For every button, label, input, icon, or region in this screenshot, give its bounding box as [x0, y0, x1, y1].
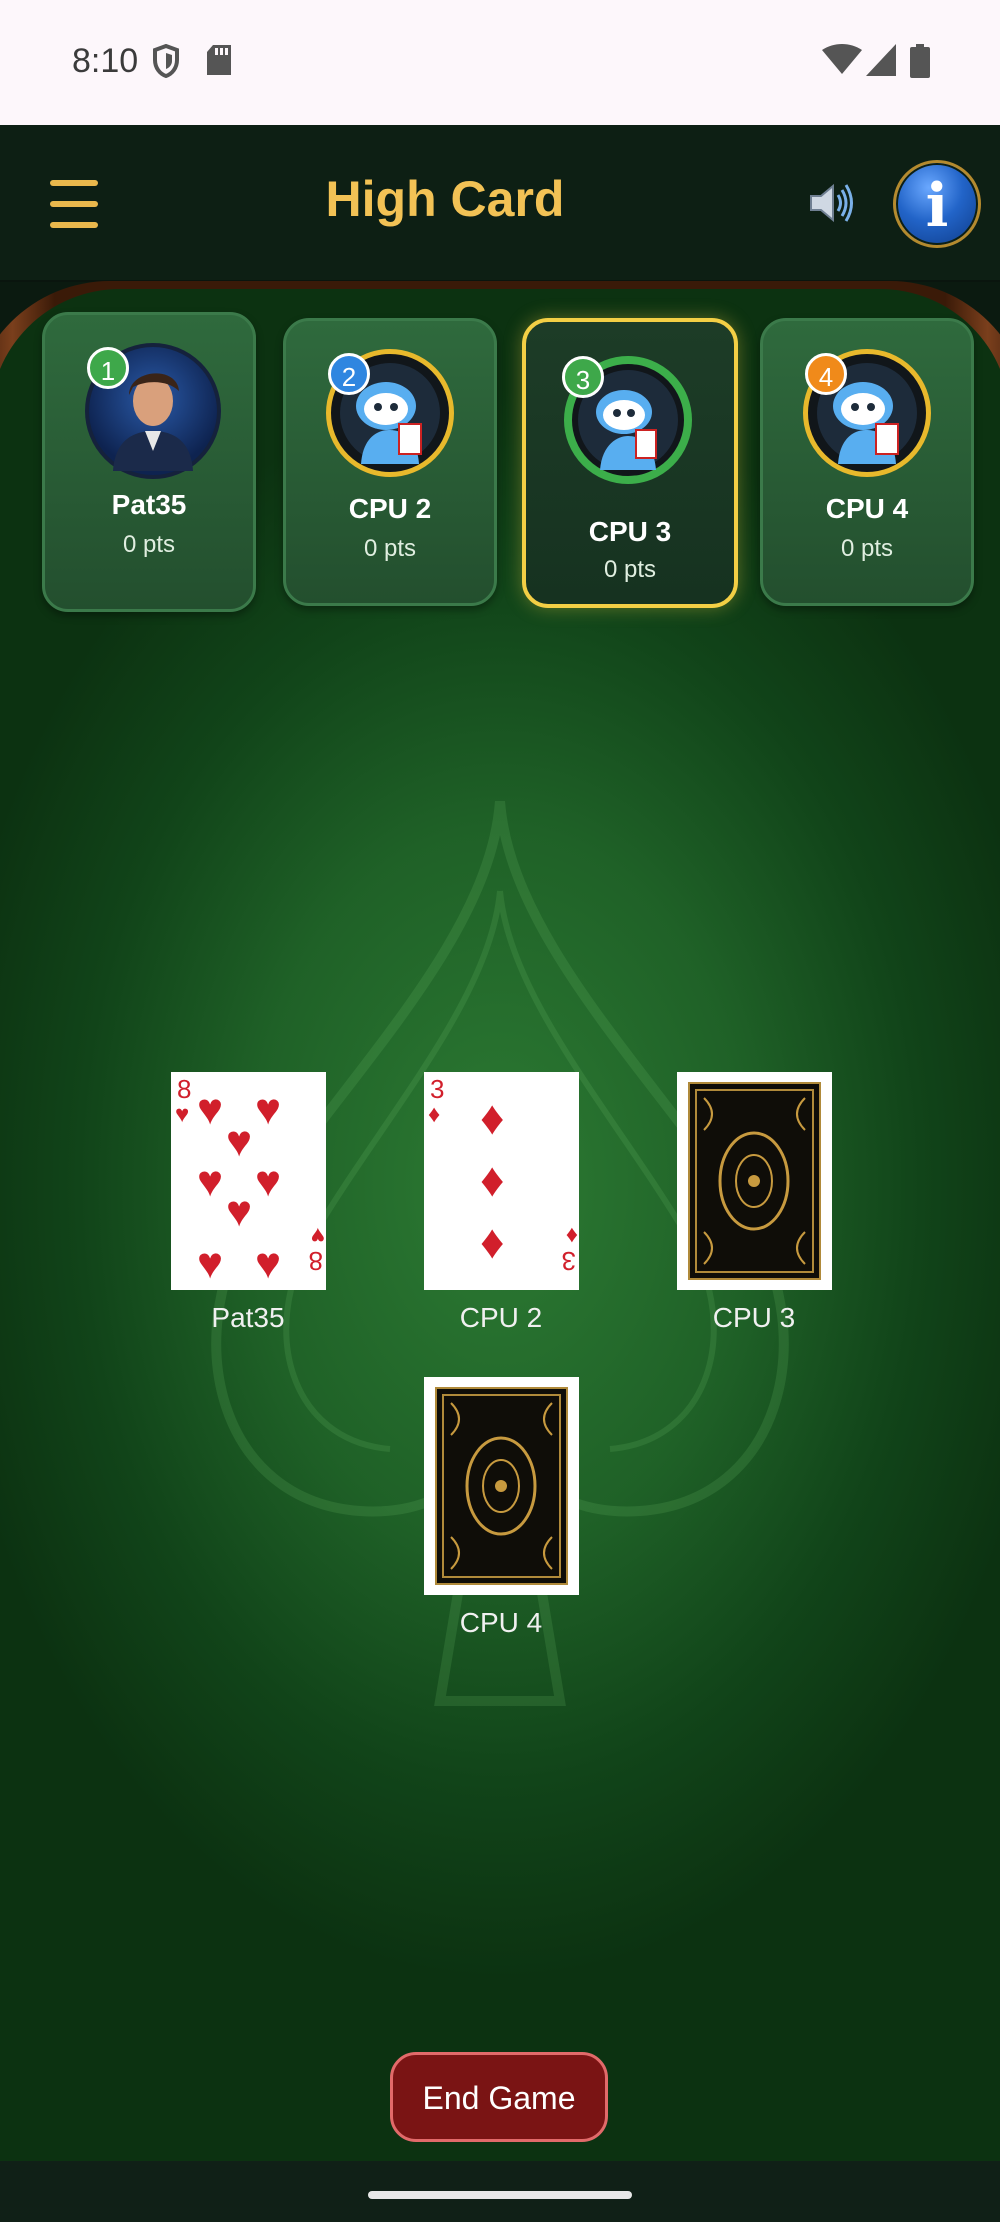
player-number-badge: 2	[328, 353, 370, 395]
svg-text:♥: ♥	[197, 1157, 223, 1206]
svg-text:♦: ♦	[566, 1222, 578, 1249]
svg-text:♦: ♦	[480, 1216, 505, 1269]
player-card-cpu3[interactable]: 3 CPU 3 0 pts	[522, 318, 738, 608]
player-points: 0 pts	[603, 556, 657, 583]
player-name: CPU 4	[825, 493, 909, 524]
svg-text:♦: ♦	[480, 1092, 505, 1145]
svg-text:8: 8	[177, 1074, 191, 1104]
svg-text:♥: ♥	[226, 1117, 252, 1166]
svg-text:♥: ♥	[311, 1222, 325, 1249]
svg-text:♥: ♥	[197, 1085, 223, 1134]
player-points: 0 pts	[840, 535, 894, 562]
sound-icon[interactable]	[805, 178, 855, 228]
status-bar: 8:10	[0, 0, 1000, 125]
card-back	[688, 1082, 821, 1280]
shield-icon	[153, 44, 179, 78]
player-card-pat35[interactable]: 1 Pat35 0 pts	[42, 312, 256, 612]
svg-text:♥: ♥	[255, 1085, 281, 1134]
played-card-label: CPU 2	[459, 1302, 543, 1333]
svg-text:♥: ♥	[226, 1187, 252, 1236]
svg-text:3: 3	[430, 1074, 444, 1104]
played-card-label: CPU 3	[712, 1302, 796, 1333]
card-back-pattern-icon	[695, 1089, 814, 1273]
three-of-diamonds-card: 3 ♦ 3♦ ♦ ♦ ♦	[428, 1074, 578, 1276]
card-back	[435, 1387, 568, 1585]
svg-text:♦: ♦	[480, 1154, 505, 1207]
svg-text:♥: ♥	[255, 1157, 281, 1206]
player-card-cpu2[interactable]: 2 CPU 2 0 pts	[283, 318, 497, 606]
svg-text:♥: ♥	[197, 1239, 223, 1288]
played-card-cpu3	[677, 1072, 832, 1290]
played-card-cpu4	[424, 1377, 579, 1595]
info-button[interactable]: i	[893, 160, 981, 248]
status-time: 8:10	[72, 42, 139, 80]
player-name: CPU 2	[348, 493, 432, 524]
page-title: High Card	[325, 171, 565, 227]
played-card-pat35: 8 ♥ 8 ♥ ♥ ♥ ♥ ♥ ♥ ♥ ♥ ♥	[171, 1072, 326, 1290]
eight-of-hearts-card: 8 ♥ 8♥ ♥ ♥ ♥ ♥ ♥ ♥ ♥ ♥	[175, 1074, 325, 1288]
player-points: 0 pts	[363, 535, 417, 562]
player-number-badge: 4	[805, 353, 847, 395]
card-back-pattern-icon	[442, 1394, 561, 1578]
wifi-icon	[822, 44, 862, 74]
sd-card-icon	[207, 45, 231, 75]
signal-icon	[866, 44, 896, 76]
played-card-label: CPU 4	[459, 1607, 543, 1638]
info-icon: i	[925, 171, 949, 241]
battery-icon	[910, 44, 930, 78]
svg-text:♥: ♥	[255, 1239, 281, 1288]
played-card-label: Pat35	[211, 1302, 285, 1333]
svg-text:3: 3	[562, 1246, 576, 1276]
player-number-badge: 1	[87, 347, 129, 389]
player-name: CPU 3	[588, 516, 672, 547]
player-card-cpu4[interactable]: 4 CPU 4 0 pts	[760, 318, 974, 606]
home-gesture-handle[interactable]	[368, 2191, 632, 2199]
svg-text:8: 8	[309, 1246, 323, 1276]
played-card-cpu2: 3 ♦ 3 ♦ ♦ ♦ ♦	[424, 1072, 579, 1290]
player-number-badge: 3	[562, 356, 604, 398]
player-points: 0 pts	[122, 531, 176, 558]
svg-text:♥: ♥	[175, 1101, 189, 1128]
player-name: Pat35	[111, 489, 187, 520]
end-game-button[interactable]: End Game	[390, 2052, 608, 2142]
svg-text:♦: ♦	[428, 1101, 440, 1128]
